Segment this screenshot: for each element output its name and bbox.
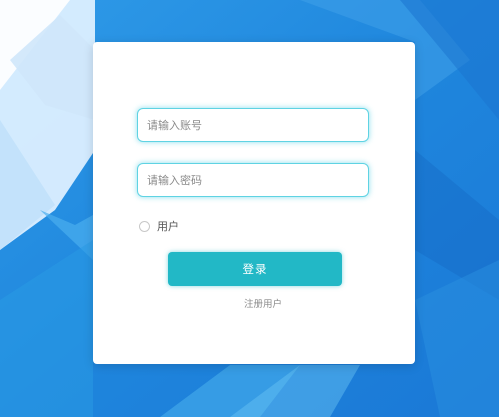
account-input[interactable] <box>138 109 368 141</box>
login-card: 用户 登录 注册用户 <box>93 42 415 364</box>
password-field[interactable] <box>137 163 369 197</box>
role-radio-label: 用户 <box>157 220 179 233</box>
password-input[interactable] <box>138 164 368 196</box>
account-field[interactable] <box>137 108 369 142</box>
radio-button[interactable] <box>139 220 150 232</box>
login-button[interactable]: 登录 <box>168 252 342 286</box>
role-radio-option[interactable]: 用户 <box>139 219 179 233</box>
register-link[interactable]: 注册用户 <box>93 296 433 310</box>
